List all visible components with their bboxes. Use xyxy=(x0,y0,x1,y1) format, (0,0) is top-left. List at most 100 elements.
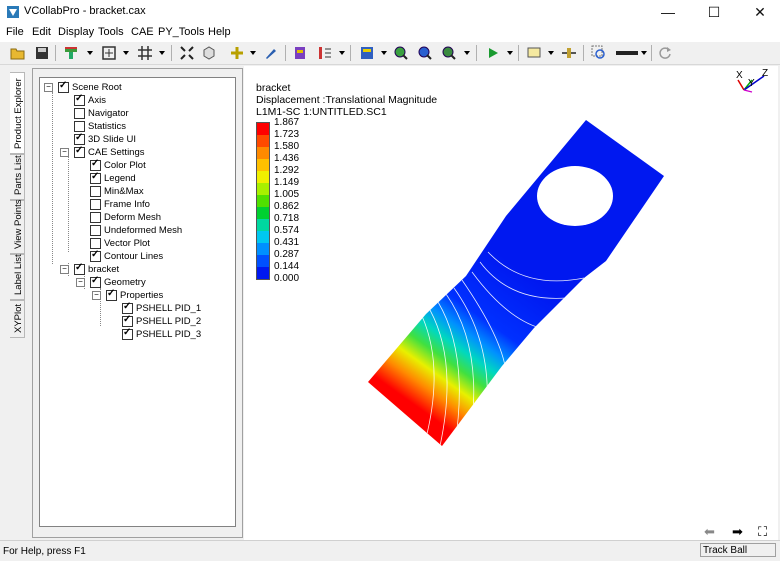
checkbox-scene-root[interactable] xyxy=(58,80,69,93)
menu-tools[interactable]: Tools xyxy=(98,26,124,38)
tree-item-axis[interactable]: Axis xyxy=(60,93,220,107)
explode-icon[interactable] xyxy=(179,45,195,61)
grid-icon[interactable] xyxy=(137,45,153,61)
checkbox-frame-info[interactable] xyxy=(90,199,101,210)
status-bar: For Help, press F1 Track Ball xyxy=(0,540,780,561)
maximize-button[interactable]: ☐ xyxy=(692,0,736,24)
checkbox-statistics[interactable] xyxy=(74,121,85,132)
legend-scale-icon[interactable] xyxy=(317,45,333,61)
menu-file[interactable]: File xyxy=(6,26,24,38)
3d-viewport[interactable]: bracket Displacement :Translational Magn… xyxy=(244,66,778,540)
checkbox-pshell-pid-3[interactable] xyxy=(122,327,133,340)
checkbox-legend[interactable] xyxy=(90,171,101,184)
save-icon[interactable] xyxy=(34,45,50,61)
collapse-toggle[interactable]: − xyxy=(60,148,69,157)
collapse-toggle[interactable]: − xyxy=(44,83,53,92)
chevron-down-icon[interactable] xyxy=(339,51,345,55)
checkbox-axis[interactable] xyxy=(74,93,85,106)
color-plot-icon[interactable] xyxy=(63,45,79,61)
chevron-down-icon[interactable] xyxy=(87,51,93,55)
tree-item-legend[interactable]: Legend xyxy=(76,171,226,185)
chevron-down-icon[interactable] xyxy=(250,51,256,55)
chevron-down-icon[interactable] xyxy=(123,51,129,55)
open-icon[interactable] xyxy=(10,45,26,61)
tab-xyplot[interactable]: XYPlot xyxy=(10,300,25,338)
tree-label: Statistics xyxy=(88,121,127,132)
fullscreen-button[interactable]: ⛶ xyxy=(758,524,767,540)
chevron-down-icon[interactable] xyxy=(548,51,554,55)
checkbox-geometry[interactable] xyxy=(90,275,101,288)
menu-help[interactable]: Help xyxy=(208,26,231,38)
checkbox-vector-plot[interactable] xyxy=(90,238,101,249)
legend-value: 1.867 xyxy=(274,117,300,128)
tree-item-navigator[interactable]: Navigator xyxy=(60,107,220,120)
checkbox-deform-mesh[interactable] xyxy=(90,212,101,223)
tab-product-explorer[interactable]: Product Explorer xyxy=(10,72,25,154)
fit-view-icon[interactable] xyxy=(101,45,117,61)
collapse-toggle[interactable]: − xyxy=(60,265,69,274)
collapse-toggle[interactable]: − xyxy=(92,291,101,300)
checkbox-navigator[interactable] xyxy=(74,108,85,119)
tree-item-minmax[interactable]: Min&Max xyxy=(76,185,226,198)
probe-icon[interactable] xyxy=(229,45,245,61)
close-button[interactable]: ✕ xyxy=(738,0,780,24)
chevron-down-icon[interactable] xyxy=(464,51,470,55)
tab-label: View Points xyxy=(13,199,24,249)
paint-icon[interactable] xyxy=(263,45,279,61)
checkbox-bracket[interactable] xyxy=(74,262,85,275)
previous-frame-button[interactable]: ⬅ xyxy=(704,524,715,540)
tab-label-list[interactable]: Label List xyxy=(10,254,25,300)
minimize-button[interactable]: — xyxy=(646,0,690,24)
line-style-icon[interactable] xyxy=(615,45,639,61)
tree-item-contour-lines[interactable]: Contour Lines xyxy=(76,249,226,263)
tab-view-points[interactable]: View Points xyxy=(10,200,25,254)
tree-item-undeformed-mesh[interactable]: Undeformed Mesh xyxy=(76,224,226,237)
tree-item-3d-slide-ui[interactable]: 3D Slide UI xyxy=(60,132,220,146)
annotation-icon[interactable] xyxy=(526,45,542,61)
tree-item-statistics[interactable]: Statistics xyxy=(60,120,220,133)
menu-cae[interactable]: CAE xyxy=(131,26,154,38)
menu-display[interactable]: Display xyxy=(58,26,94,38)
checkbox-color-plot[interactable] xyxy=(90,158,101,171)
chevron-down-icon[interactable] xyxy=(159,51,165,55)
legend-value: 0.718 xyxy=(274,213,300,224)
refresh-icon[interactable] xyxy=(657,45,673,61)
tree-item-pshell-pid-3[interactable]: PSHELL PID_3 xyxy=(108,327,232,341)
tree-item-cae-settings[interactable]: − CAE Settings xyxy=(60,145,220,159)
search-zoom-icon[interactable] xyxy=(591,45,607,61)
tree-item-bracket[interactable]: − bracket xyxy=(60,262,220,276)
tree-item-properties[interactable]: − Properties xyxy=(92,288,232,302)
legend-value: 0.000 xyxy=(274,273,300,284)
checkbox-cae-settings[interactable] xyxy=(74,145,85,158)
tab-parts-list[interactable]: Parts List xyxy=(10,154,25,200)
checkbox-pshell-pid-2[interactable] xyxy=(122,314,133,327)
tree-label: 3D Slide UI xyxy=(88,134,137,145)
tree-item-frame-info[interactable]: Frame Info xyxy=(76,198,226,211)
play-icon[interactable] xyxy=(485,45,501,61)
chevron-down-icon[interactable] xyxy=(507,51,513,55)
checkbox-3d-slide-ui[interactable] xyxy=(74,132,85,145)
checkbox-minmax[interactable] xyxy=(90,186,101,197)
checkbox-pshell-pid-1[interactable] xyxy=(122,301,133,314)
collapse-toggle[interactable]: − xyxy=(76,278,85,287)
tree-item-scene-root[interactable]: − Scene Root xyxy=(44,80,224,94)
checkbox-contour-lines[interactable] xyxy=(90,249,101,262)
tree-item-geometry[interactable]: − Geometry xyxy=(76,275,226,289)
zoom-fit-icon[interactable] xyxy=(417,45,433,61)
display-mode-icon[interactable] xyxy=(292,45,308,61)
chevron-down-icon[interactable] xyxy=(641,51,647,55)
tree-item-deform-mesh[interactable]: Deform Mesh xyxy=(76,211,226,224)
slider-icon[interactable] xyxy=(561,45,577,61)
checkbox-undeformed-mesh[interactable] xyxy=(90,225,101,236)
zoom-in-icon[interactable] xyxy=(393,45,409,61)
box-icon[interactable] xyxy=(201,45,217,61)
scene-tree: − Scene Root Axis Navigator Statistics 3… xyxy=(39,77,236,527)
menu-py-tools[interactable]: PY_Tools xyxy=(158,26,204,38)
next-frame-button[interactable]: ➡ xyxy=(732,524,743,540)
zoom-window-icon[interactable] xyxy=(441,45,457,61)
toolbar xyxy=(0,42,780,65)
menu-edit[interactable]: Edit xyxy=(32,26,51,38)
chevron-down-icon[interactable] xyxy=(381,51,387,55)
checkbox-properties[interactable] xyxy=(106,288,117,301)
color-map-icon[interactable] xyxy=(359,45,375,61)
